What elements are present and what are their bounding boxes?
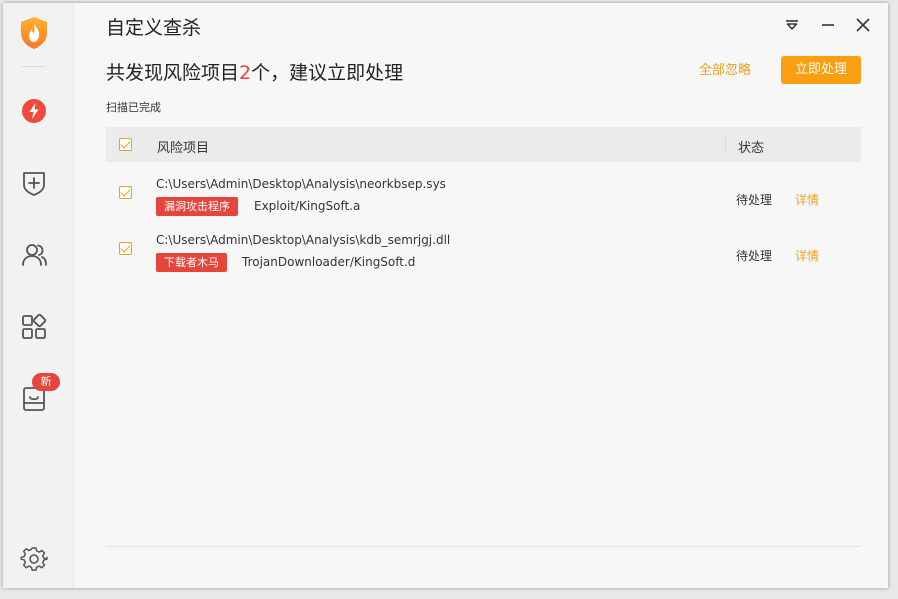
result-headline: 共发现风险项目2个，建议立即处理 bbox=[106, 58, 403, 85]
file-path: C:\Users\Admin\Desktop\Analysis\kdb_semr… bbox=[156, 233, 451, 247]
close-icon bbox=[856, 18, 870, 32]
users-icon bbox=[22, 244, 47, 266]
minimize-icon bbox=[822, 24, 834, 26]
select-all-checkbox[interactable] bbox=[119, 138, 132, 151]
headline-prefix: 共发现风险项目 bbox=[106, 62, 240, 84]
ignore-all-button[interactable]: 全部忽略 bbox=[693, 59, 757, 83]
sidebar-divider bbox=[21, 66, 45, 67]
column-divider bbox=[725, 136, 726, 154]
sidebar-item-apps[interactable] bbox=[19, 312, 49, 342]
column-header-status: 状态 bbox=[738, 141, 765, 156]
close-button[interactable] bbox=[851, 13, 875, 37]
table-header: 风险项目 状态 bbox=[106, 127, 861, 162]
details-link[interactable]: 详情 bbox=[795, 247, 819, 264]
sidebar-item-flash-scan[interactable] bbox=[19, 96, 49, 126]
dropdown-menu-icon bbox=[786, 20, 798, 30]
footer-divider bbox=[106, 546, 861, 547]
risk-count: 2 bbox=[239, 62, 252, 84]
lightning-icon bbox=[22, 99, 46, 123]
app-window: 新 自定义查杀 共发现风险项目2个，建议立即处理 全部忽略 立即处理 扫描已完成 bbox=[3, 3, 888, 588]
apps-grid-icon bbox=[22, 313, 47, 339]
file-path: C:\Users\Admin\Desktop\Analysis\neorkbse… bbox=[156, 177, 446, 191]
sidebar: 新 bbox=[3, 3, 74, 588]
window-title: 自定义查杀 bbox=[106, 17, 202, 39]
details-link[interactable]: 详情 bbox=[795, 191, 819, 208]
risk-tag: 下载者木马 bbox=[156, 253, 227, 272]
risk-tag: 漏洞攻击程序 bbox=[156, 197, 238, 216]
row-checkbox[interactable] bbox=[119, 186, 132, 199]
new-badge: 新 bbox=[32, 373, 60, 391]
row-status: 待处理 bbox=[736, 193, 773, 207]
column-header-name: 风险项目 bbox=[157, 141, 210, 156]
threat-name: Exploit/KingSoft.a bbox=[254, 199, 361, 213]
threat-name: TrojanDownloader/KingSoft.d bbox=[242, 255, 416, 269]
handle-now-button[interactable]: 立即处理 bbox=[781, 56, 861, 84]
row-status: 待处理 bbox=[736, 249, 773, 263]
table-row: C:\Users\Admin\Desktop\Analysis\neorkbse… bbox=[106, 170, 861, 226]
shield-plus-icon bbox=[23, 172, 45, 196]
menu-dropdown-button[interactable] bbox=[780, 13, 804, 37]
minimize-button[interactable] bbox=[816, 13, 840, 37]
scan-status: 扫描已完成 bbox=[106, 101, 161, 114]
row-checkbox[interactable] bbox=[119, 242, 132, 255]
app-logo-icon bbox=[19, 16, 49, 50]
settings-button[interactable] bbox=[19, 544, 49, 574]
sidebar-item-protection[interactable] bbox=[19, 168, 49, 198]
table-row: C:\Users\Admin\Desktop\Analysis\kdb_semr… bbox=[106, 226, 861, 282]
sidebar-item-users[interactable] bbox=[19, 240, 49, 270]
headline-suffix: 个，建议立即处理 bbox=[251, 62, 404, 84]
gear-icon bbox=[20, 547, 48, 571]
